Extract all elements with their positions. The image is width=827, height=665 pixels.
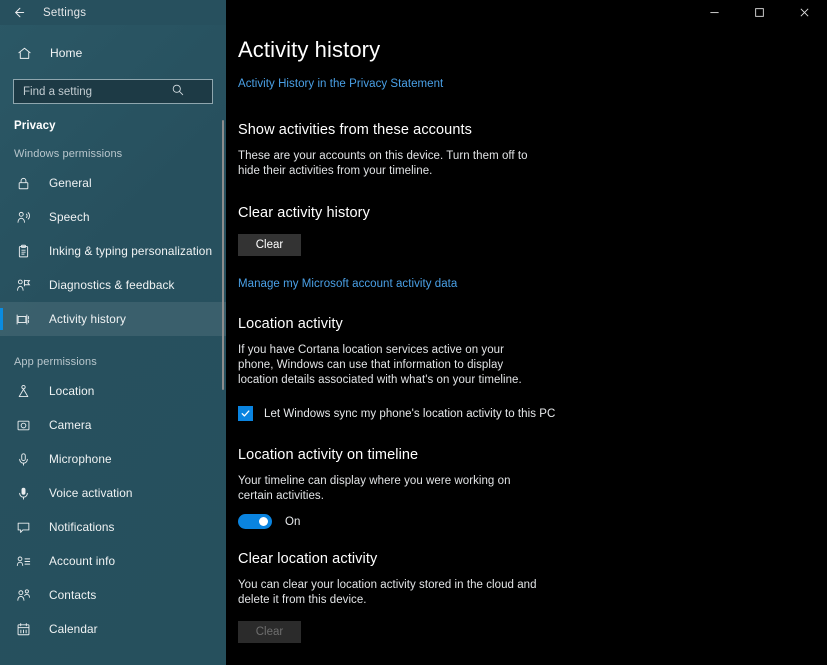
- voice-activation-icon: [14, 484, 33, 503]
- microphone-icon: [14, 450, 33, 469]
- sidebar-item-label: Microphone: [49, 452, 112, 466]
- sidebar-item-label: Speech: [49, 210, 90, 224]
- section-body-location-activity-timeline: Your timeline can display where you were…: [238, 475, 511, 502]
- sidebar-item-label: Calendar: [49, 622, 98, 636]
- title-bar: Settings: [0, 0, 827, 25]
- sidebar-item-voice-activation[interactable]: Voice activation: [0, 476, 226, 510]
- close-button[interactable]: [782, 0, 827, 25]
- section-body-show-activities: These are your accounts on this device. …: [238, 150, 528, 177]
- sidebar-nav: Windows permissions General Speech Inkin…: [0, 148, 226, 665]
- location-timeline-toggle[interactable]: [238, 514, 272, 529]
- sidebar-item-label: Activity history: [49, 312, 126, 326]
- speech-icon: [14, 208, 33, 227]
- window-controls: [226, 0, 827, 25]
- minimize-button[interactable]: [692, 0, 737, 25]
- manage-microsoft-account-activity-link[interactable]: Manage my Microsoft account activity dat…: [238, 278, 457, 290]
- sidebar-item-home[interactable]: Home: [0, 39, 226, 67]
- sidebar-item-label: Location: [49, 384, 95, 398]
- home-icon: [14, 43, 34, 63]
- calendar-icon: [14, 620, 33, 639]
- section-title-show-activities: Show activities from these accounts: [238, 122, 472, 138]
- sidebar-item-speech[interactable]: Speech: [0, 200, 226, 234]
- sidebar-item-camera[interactable]: Camera: [0, 408, 226, 442]
- sidebar-item-label: General: [49, 176, 92, 190]
- sidebar-item-label: Inking & typing personalization: [49, 244, 213, 258]
- settings-window: Settings Home Find a setting Privacy Win…: [0, 0, 827, 665]
- search-input[interactable]: [13, 79, 213, 104]
- activity-history-icon: [14, 310, 33, 329]
- title-bar-left: Settings: [0, 0, 226, 25]
- location-timeline-toggle-state: On: [285, 515, 301, 528]
- sidebar-home-label: Home: [50, 46, 83, 60]
- clipboard-icon: [14, 242, 33, 261]
- sync-phone-location-checkbox[interactable]: [238, 406, 253, 421]
- sidebar-item-label: Notifications: [49, 520, 115, 534]
- main-content: Activity history Activity History in the…: [226, 0, 827, 665]
- notification-icon: [14, 518, 33, 537]
- back-arrow-icon[interactable]: [0, 0, 36, 25]
- sidebar-item-label: Voice activation: [49, 486, 133, 500]
- location-pin-icon: [14, 382, 33, 401]
- privacy-statement-link[interactable]: Activity History in the Privacy Statemen…: [238, 78, 443, 90]
- sidebar-group-windows-permissions-title: Windows permissions: [14, 148, 123, 160]
- sidebar: Home Privacy Windows permissions: [0, 0, 226, 665]
- sidebar-item-location[interactable]: Location: [0, 374, 226, 408]
- clear-location-activity-button[interactable]: Clear: [238, 621, 301, 643]
- sidebar-item-diagnostics-feedback[interactable]: Diagnostics & feedback: [0, 268, 226, 302]
- sidebar-item-label: Account info: [49, 554, 116, 568]
- sidebar-item-label: Diagnostics & feedback: [49, 278, 175, 292]
- sidebar-item-activity-history[interactable]: Activity history: [0, 302, 226, 336]
- sidebar-item-microphone[interactable]: Microphone: [0, 442, 226, 476]
- maximize-button[interactable]: [737, 0, 782, 25]
- page-title: Activity history: [238, 37, 381, 62]
- section-body-location-activity: If you have Cortana location services ac…: [238, 344, 522, 386]
- contacts-icon: [14, 586, 33, 605]
- lock-icon: [14, 174, 33, 193]
- sidebar-scrollbar[interactable]: [222, 120, 224, 390]
- toggle-thumb: [259, 517, 268, 526]
- sync-phone-location-label: Let Windows sync my phone's location act…: [264, 407, 556, 420]
- sidebar-item-inking-typing-personalization[interactable]: Inking & typing personalization: [0, 234, 226, 268]
- sidebar-group-app-permissions-title: App permissions: [14, 356, 97, 368]
- section-body-clear-location-activity: You can clear your location activity sto…: [238, 579, 537, 606]
- section-title-location-activity-timeline: Location activity on timeline: [238, 447, 419, 463]
- app-title: Settings: [43, 6, 87, 19]
- diagnostics-icon: [14, 276, 33, 295]
- section-title-clear-activity-history: Clear activity history: [238, 205, 370, 221]
- sidebar-item-label: Contacts: [49, 588, 97, 602]
- clear-activity-history-button[interactable]: Clear: [238, 234, 301, 256]
- camera-icon: [14, 416, 33, 435]
- account-info-icon: [14, 552, 33, 571]
- sidebar-item-calendar[interactable]: Calendar: [0, 612, 226, 646]
- section-title-clear-location-activity: Clear location activity: [238, 551, 378, 567]
- sync-phone-location-checkbox-row[interactable]: Let Windows sync my phone's location act…: [238, 406, 827, 421]
- location-timeline-toggle-row[interactable]: On: [238, 514, 827, 529]
- sidebar-item-general[interactable]: General: [0, 166, 226, 200]
- search-box: [13, 79, 213, 104]
- sidebar-item-label: Camera: [49, 418, 92, 432]
- sidebar-category-title: Privacy: [14, 120, 56, 132]
- sidebar-item-notifications[interactable]: Notifications: [0, 510, 226, 544]
- sidebar-item-contacts[interactable]: Contacts: [0, 578, 226, 612]
- section-title-location-activity: Location activity: [238, 316, 343, 332]
- sidebar-item-account-info[interactable]: Account info: [0, 544, 226, 578]
